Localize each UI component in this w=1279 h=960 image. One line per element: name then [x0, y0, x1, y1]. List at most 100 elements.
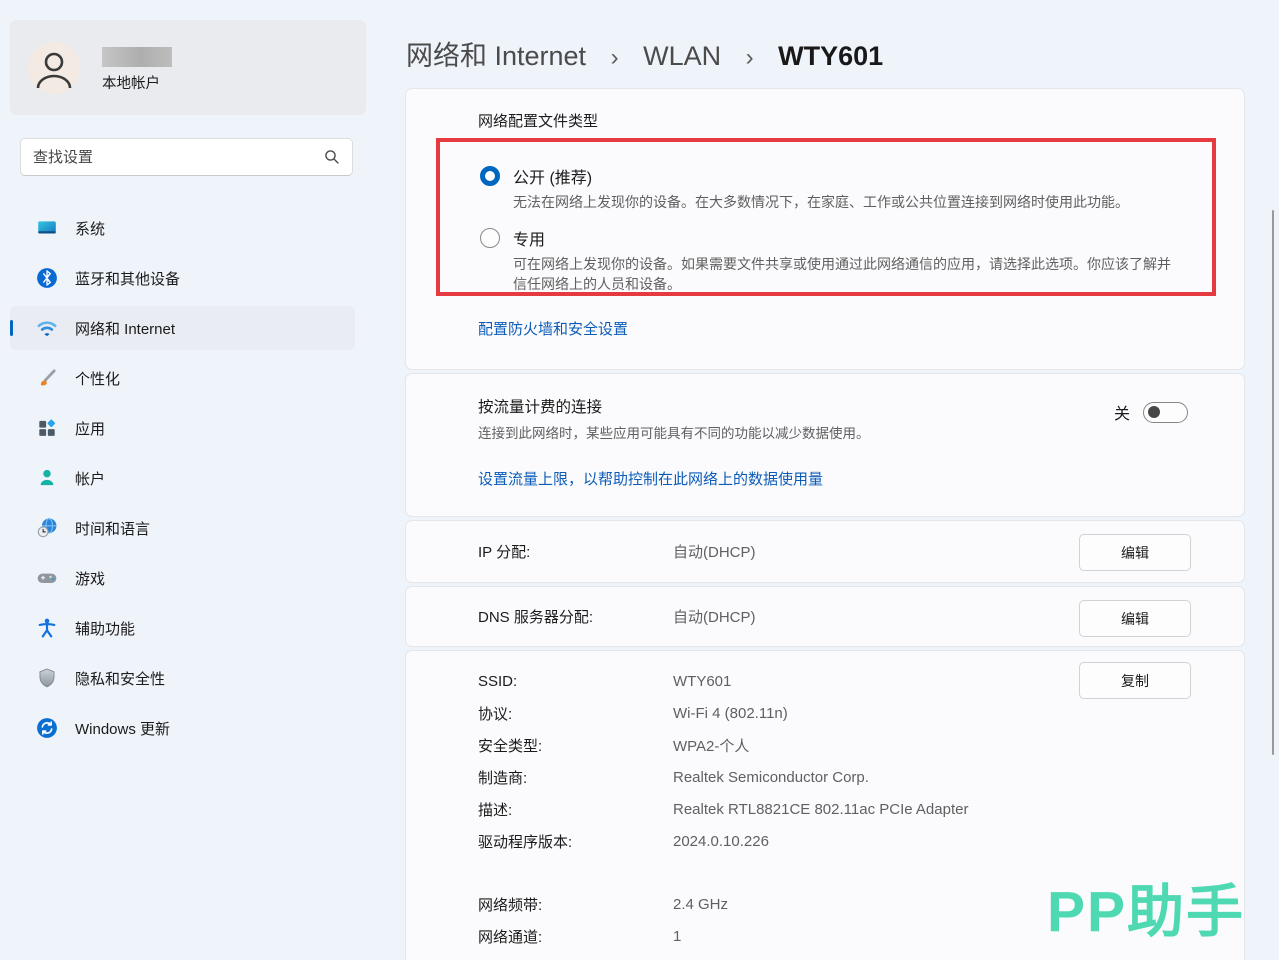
prop-value: 1 — [673, 928, 681, 945]
accessibility-icon — [36, 617, 58, 639]
sidebar-item-label: Windows 更新 — [75, 718, 170, 739]
section-title-network-profile-type: 网络配置文件类型 — [406, 89, 1244, 131]
sidebar-item-system[interactable]: 系统 — [10, 206, 355, 250]
sidebar-item-label: 个性化 — [75, 368, 120, 389]
prop-label: 协议: — [478, 703, 673, 724]
dns-assignment-label: DNS 服务器分配: — [478, 606, 673, 627]
sidebar-item-accounts[interactable]: 帐户 — [10, 456, 355, 500]
radio-option-public[interactable]: 公开 (推荐) 无法在网络上发现你的设备。在大多数情况下，在家庭、工作或公共位置… — [480, 164, 1184, 212]
user-name-redacted — [102, 47, 172, 67]
accounts-icon — [36, 467, 58, 489]
metered-connection-card: 按流量计费的连接 连接到此网络时，某些应用可能具有不同的功能以减少数据使用。 关… — [405, 373, 1245, 517]
breadcrumb-separator: › — [746, 44, 754, 71]
sidebar-nav: 系统 蓝牙和其他设备 网络和 Internet — [10, 206, 355, 756]
prop-label: 制造商: — [478, 767, 673, 788]
radio-private-label[interactable]: 专用 — [513, 226, 1184, 250]
windows-update-icon — [36, 717, 58, 739]
selected-accent-pill — [10, 320, 13, 336]
system-icon — [36, 217, 58, 239]
copy-button[interactable]: 复制 — [1079, 662, 1191, 699]
dns-edit-button[interactable]: 编辑 — [1079, 600, 1191, 637]
prop-value: Wi-Fi 4 (802.11n) — [673, 705, 788, 722]
radio-option-private[interactable]: 专用 可在网络上发现你的设备。如果需要文件共享或使用通过此网络通信的应用，请选择… — [480, 226, 1184, 294]
settings-search[interactable] — [20, 138, 353, 176]
settings-sidebar: 本地帐户 系统 — [0, 0, 405, 960]
sidebar-item-label: 辅助功能 — [75, 618, 135, 639]
prop-value: 2024.0.10.226 — [673, 833, 769, 850]
dns-assignment-value: 自动(DHCP) — [673, 606, 756, 627]
radio-private-description: 可在网络上发现你的设备。如果需要文件共享或使用通过此网络通信的应用，请选择此选项… — [513, 254, 1184, 294]
sidebar-item-windows-update[interactable]: Windows 更新 — [10, 706, 355, 750]
prop-value: Realtek Semiconductor Corp. — [673, 769, 869, 786]
breadcrumb-separator: › — [611, 44, 619, 71]
prop-value: 2.4 GHz — [673, 896, 728, 913]
prop-label: 网络频带: — [478, 894, 673, 915]
prop-value: WPA2-个人 — [673, 735, 749, 756]
bluetooth-icon — [36, 267, 58, 289]
sidebar-item-privacy[interactable]: 隐私和安全性 — [10, 656, 355, 700]
sidebar-item-label: 蓝牙和其他设备 — [75, 268, 180, 289]
sidebar-item-label: 网络和 Internet — [75, 318, 175, 339]
time-language-icon — [36, 517, 58, 539]
property-row-security-type: 安全类型: WPA2-个人 — [406, 729, 1244, 761]
sidebar-item-apps[interactable]: 应用 — [10, 406, 355, 450]
pp-assistant-watermark: PP助手 — [1047, 866, 1245, 948]
sidebar-item-bluetooth[interactable]: 蓝牙和其他设备 — [10, 256, 355, 300]
radio-private-unselected[interactable] — [480, 228, 500, 248]
radio-public-selected[interactable] — [480, 166, 500, 186]
person-icon — [28, 42, 80, 94]
prop-label: 驱动程序版本: — [478, 831, 673, 852]
sidebar-item-accessibility[interactable]: 辅助功能 — [10, 606, 355, 650]
prop-label: 描述: — [478, 799, 673, 820]
account-type-label: 本地帐户 — [102, 72, 160, 93]
toggle-state-label: 关 — [1114, 400, 1130, 424]
property-row-manufacturer: 制造商: Realtek Semiconductor Corp. — [406, 761, 1244, 793]
sidebar-item-label: 隐私和安全性 — [75, 668, 165, 689]
breadcrumb-network-internet[interactable]: 网络和 Internet — [406, 41, 586, 71]
ip-assignment-label: IP 分配: — [478, 541, 673, 562]
toggle-knob — [1148, 406, 1160, 418]
network-profile-type-card: 网络配置文件类型 公开 (推荐) 无法在网络上发现你的设备。在大多数情况下，在家… — [405, 88, 1245, 370]
gaming-icon — [36, 567, 58, 589]
search-icon — [324, 149, 340, 165]
vertical-scrollbar[interactable] — [1272, 210, 1275, 755]
main-content: 网络和 Internet › WLAN › WTY601 网络配置文件类型 公开… — [405, 0, 1245, 960]
metered-toggle-group: 关 — [1114, 400, 1188, 424]
sidebar-item-label: 时间和语言 — [75, 518, 150, 539]
prop-value: WTY601 — [673, 673, 731, 690]
avatar — [28, 42, 80, 94]
ip-assignment-card: IP 分配: 自动(DHCP) 编辑 — [405, 520, 1245, 583]
radio-public-description: 无法在网络上发现你的设备。在大多数情况下，在家庭、工作或公共位置连接到网络时使用… — [513, 192, 1129, 212]
dns-assignment-card: DNS 服务器分配: 自动(DHCP) 编辑 — [405, 586, 1245, 647]
property-row-driver-version: 驱动程序版本: 2024.0.10.226 — [406, 825, 1244, 857]
network-icon — [36, 317, 58, 339]
breadcrumb-wlan[interactable]: WLAN — [643, 41, 721, 71]
firewall-settings-link[interactable]: 配置防火墙和安全设置 — [478, 318, 628, 339]
radio-public-label[interactable]: 公开 (推荐) — [513, 164, 1129, 188]
prop-label: SSID: — [478, 673, 673, 690]
sidebar-item-time-language[interactable]: 时间和语言 — [10, 506, 355, 550]
sidebar-item-personalization[interactable]: 个性化 — [10, 356, 355, 400]
ip-assignment-value: 自动(DHCP) — [673, 541, 756, 562]
metered-toggle-switch[interactable] — [1143, 402, 1188, 423]
sidebar-item-gaming[interactable]: 游戏 — [10, 556, 355, 600]
prop-label: 网络通道: — [478, 926, 673, 947]
sidebar-item-label: 帐户 — [75, 468, 105, 489]
sidebar-item-label: 游戏 — [75, 568, 105, 589]
personalization-icon — [36, 367, 58, 389]
sidebar-item-label: 应用 — [75, 418, 105, 439]
sidebar-item-network[interactable]: 网络和 Internet — [10, 306, 355, 350]
prop-value: Realtek RTL8821CE 802.11ac PCIe Adapter — [673, 801, 968, 818]
user-profile-card[interactable]: 本地帐户 — [10, 20, 366, 115]
prop-label: 安全类型: — [478, 735, 673, 756]
privacy-shield-icon — [36, 667, 58, 689]
sidebar-item-label: 系统 — [75, 218, 105, 239]
property-row-description: 描述: Realtek RTL8821CE 802.11ac PCIe Adap… — [406, 793, 1244, 825]
ip-edit-button[interactable]: 编辑 — [1079, 534, 1191, 571]
breadcrumb-current-page: WTY601 — [778, 41, 883, 71]
breadcrumb: 网络和 Internet › WLAN › WTY601 — [406, 34, 883, 73]
apps-icon — [36, 417, 58, 439]
property-row-protocol: 协议: Wi-Fi 4 (802.11n) — [406, 697, 1244, 729]
data-limit-link[interactable]: 设置流量上限，以帮助控制在此网络上的数据使用量 — [478, 468, 823, 489]
search-input[interactable] — [33, 149, 324, 166]
